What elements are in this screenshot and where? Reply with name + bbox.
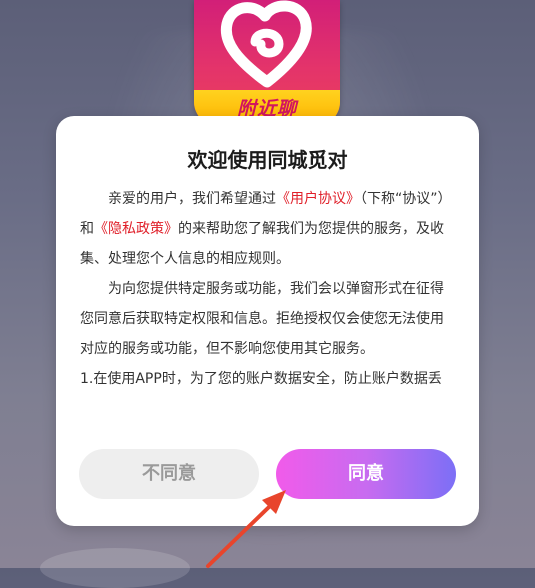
agree-button[interactable]: 同意 [276,449,456,499]
background-shape [40,548,190,588]
disagree-button[interactable]: 不同意 [79,449,259,499]
paragraph-text: 亲爱的用户，我们希望通过 [108,191,276,207]
terms-item-1: 1.在使用APP时，为了您的账户数据安全，防止账户数据丢 [80,371,442,387]
dialog-body[interactable]: 亲爱的用户，我们希望通过《用户协议》（下称“协议”）和《隐私政策》的来帮助您了解… [80,184,457,424]
privacy-policy-link[interactable]: 《隐私政策》 [94,221,178,237]
agreement-paragraph: 亲爱的用户，我们希望通过《用户协议》（下称“协议”）和《隐私政策》的来帮助您了解… [80,184,457,274]
permission-paragraph: 为向您提供特定服务或功能，我们会以弹窗形式在征得您同意后获取特定权限和信息。拒绝… [80,281,444,357]
dialog-title: 欢迎使用同城觅对 [187,148,348,172]
app-logo: 附近聊 [194,0,340,126]
heart-logo-icon [220,0,312,88]
user-agreement-link[interactable]: 《用户协议》 [276,191,360,207]
privacy-dialog: 欢迎使用同城觅对 亲爱的用户，我们希望通过《用户协议》（下称“协议”）和《隐私政… [56,116,479,526]
